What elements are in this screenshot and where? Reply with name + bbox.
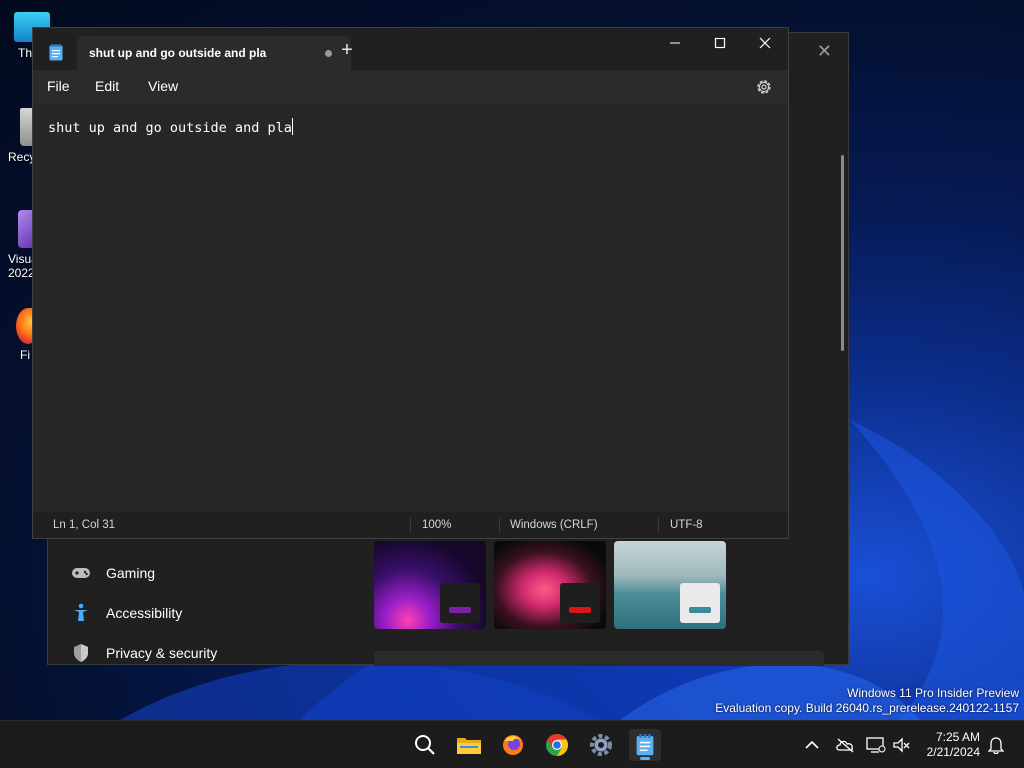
chevron-up-icon (805, 740, 819, 749)
menu-edit[interactable]: Edit (95, 78, 119, 94)
maximize-button[interactable] (697, 28, 743, 58)
clock-time: 7:25 AM (935, 730, 980, 744)
onedrive-button[interactable] (835, 735, 855, 755)
accessibility-icon (70, 602, 92, 624)
cursor-position: Ln 1, Col 31 (53, 519, 116, 531)
maximize-icon (714, 37, 726, 49)
scrollbar[interactable] (841, 155, 844, 351)
unsaved-dot-icon[interactable] (325, 50, 332, 57)
nav-label: Privacy & security (106, 645, 218, 661)
text-editor[interactable]: shut up and go outside and pla (33, 104, 788, 508)
new-tab-button[interactable]: + (335, 38, 359, 62)
network-icon (866, 737, 886, 753)
menu-view[interactable]: View (148, 78, 178, 94)
settings-nav: Gaming Accessibility Privacy & security (70, 553, 330, 673)
close-icon (759, 37, 771, 49)
settings-button[interactable] (585, 729, 617, 761)
nav-label: Gaming (106, 565, 156, 581)
shield-icon (70, 642, 92, 664)
firefox-button[interactable] (497, 729, 529, 761)
divider (658, 518, 659, 532)
theme-preview (680, 583, 720, 623)
chrome-button[interactable] (541, 729, 573, 761)
theme-thumbnail[interactable] (494, 541, 606, 629)
zoom-level: 100% (422, 519, 452, 531)
editor-content: shut up and go outside and pla (48, 120, 292, 136)
notifications-button[interactable] (986, 735, 1006, 755)
firefox-icon (503, 735, 523, 755)
theme-thumbnail[interactable] (614, 541, 726, 629)
line-ending: Windows (CRLF) (510, 519, 598, 531)
notepad-icon (49, 44, 63, 61)
search-icon (415, 735, 435, 755)
search-button[interactable] (409, 729, 441, 761)
notepad-window: shut up and go outside and pla + File Ed… (32, 27, 789, 539)
network-button[interactable] (866, 735, 886, 755)
taskbar: 7:25 AM 2/21/2024 (0, 720, 1024, 768)
nav-item-privacy-security[interactable]: Privacy & security (70, 633, 330, 673)
accent-swatch (569, 607, 591, 613)
accent-swatch (449, 607, 471, 613)
theme-thumbnails (374, 541, 726, 629)
tab-title: shut up and go outside and pla (89, 46, 267, 60)
close-button[interactable] (742, 28, 788, 58)
volume-button[interactable] (892, 735, 912, 755)
active-indicator (640, 757, 650, 760)
watermark-line: Evaluation copy. Build 26040.rs_prerelea… (715, 701, 1019, 715)
encoding: UTF-8 (670, 519, 703, 531)
theme-preview (560, 583, 600, 623)
tab-document[interactable]: shut up and go outside and pla (77, 36, 351, 70)
accent-swatch (689, 607, 711, 613)
text-caret (291, 118, 293, 135)
notepad-icon (636, 734, 654, 756)
nav-label: Accessibility (106, 605, 183, 621)
chrome-icon (546, 734, 568, 756)
evaluation-watermark: Windows 11 Pro Insider Preview Evaluatio… (715, 686, 1019, 716)
menu-file[interactable]: File (47, 78, 70, 94)
watermark-line: Windows 11 Pro Insider Preview (847, 686, 1019, 700)
divider (410, 518, 411, 532)
file-explorer-icon (457, 738, 481, 754)
close-icon[interactable]: ✕ (817, 41, 832, 62)
title-bar[interactable]: shut up and go outside and pla + (33, 28, 788, 70)
minimize-icon (670, 42, 680, 44)
theme-thumbnail[interactable] (374, 541, 486, 629)
notepad-taskbar-button[interactable] (629, 729, 661, 761)
settings-card (374, 651, 824, 666)
gamepad-icon (70, 562, 92, 584)
status-bar: Ln 1, Col 31 100% Windows (CRLF) UTF-8 (33, 512, 788, 538)
nav-item-gaming[interactable]: Gaming (70, 553, 330, 593)
settings-icon (590, 734, 612, 756)
clock[interactable]: 7:25 AM 2/21/2024 (918, 730, 980, 760)
clock-date: 2/21/2024 (926, 745, 980, 759)
divider (499, 518, 500, 532)
show-hidden-icons-button[interactable] (802, 735, 822, 755)
theme-preview (440, 583, 480, 623)
gear-icon[interactable] (754, 77, 774, 97)
minimize-button[interactable] (652, 28, 698, 58)
file-explorer-button[interactable] (453, 729, 485, 761)
volume-muted-icon (893, 737, 910, 753)
menu-bar: File Edit View (33, 70, 788, 104)
bell-icon (988, 737, 1004, 754)
nav-item-accessibility[interactable]: Accessibility (70, 593, 330, 633)
onedrive-offline-icon (836, 738, 854, 753)
